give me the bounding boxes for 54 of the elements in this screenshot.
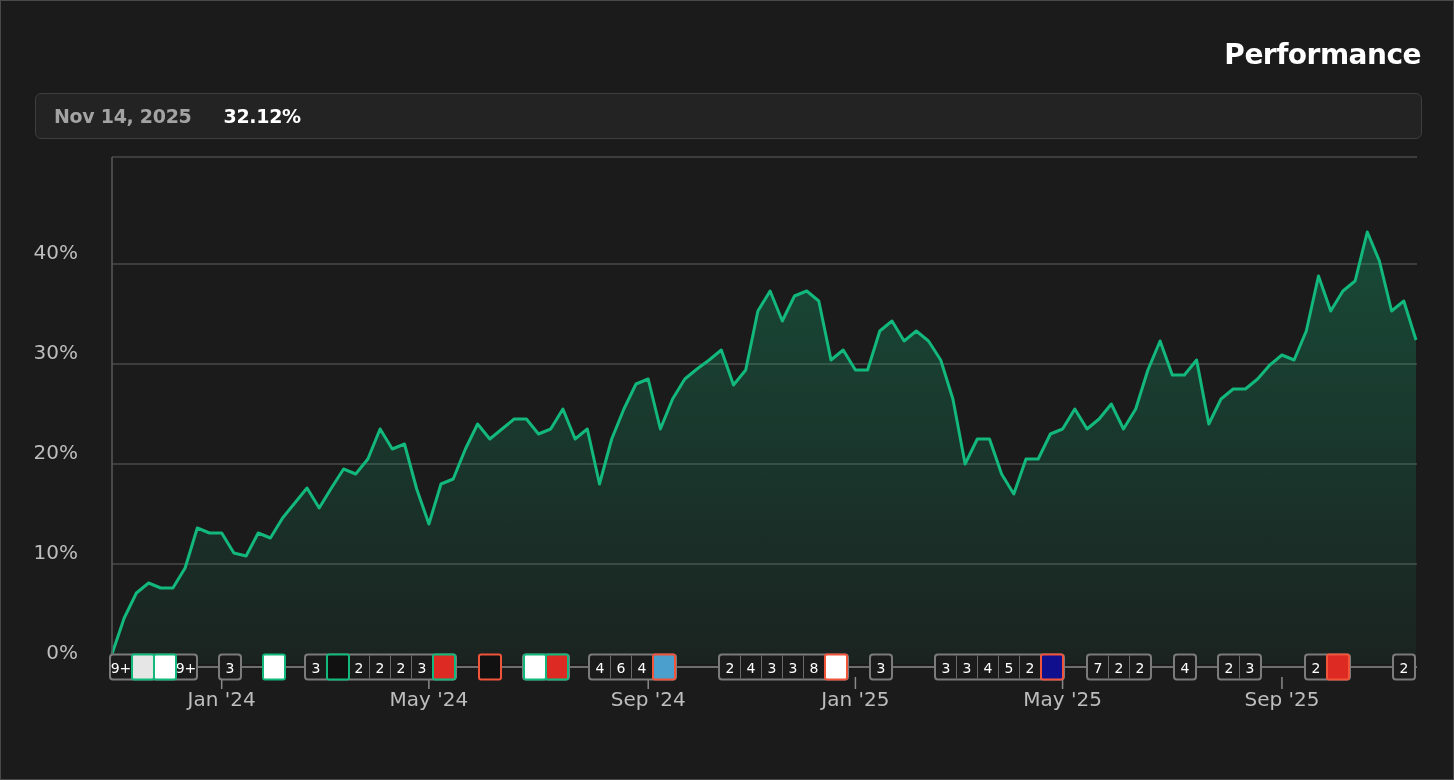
x-axis-label: Jan '24 (187, 687, 256, 711)
event-count[interactable]: 9+ (176, 655, 196, 679)
x-axis-label: Sep '25 (1244, 687, 1320, 711)
event-marker-group[interactable]: 3 3 4 5 2 (934, 653, 1065, 681)
event-count[interactable]: 4 (1173, 653, 1197, 681)
event-count[interactable]: 3 (762, 655, 783, 679)
event-count[interactable]: 2 (391, 655, 412, 679)
event-count[interactable]: 4 (741, 655, 762, 679)
company-logo[interactable] (262, 653, 286, 681)
event-count[interactable]: 3 (936, 655, 957, 679)
x-axis-label: May '25 (1023, 687, 1102, 711)
company-logo[interactable] (1040, 653, 1064, 681)
event-count[interactable]: 5 (999, 655, 1020, 679)
event-count[interactable]: 2 (370, 655, 391, 679)
y-axis-label: 20% (33, 440, 78, 464)
y-axis-label: 30% (33, 340, 78, 364)
event-marker-group[interactable]: 4 6 4 (588, 653, 677, 681)
y-axis-label: 40% (33, 240, 78, 264)
value-text: 32.12% (223, 105, 301, 127)
event-marker-group[interactable]: 2 (1304, 653, 1351, 681)
company-logo[interactable] (131, 653, 155, 681)
x-axis-label: Sep '24 (610, 687, 686, 711)
x-axis-label: Jan '25 (821, 687, 890, 711)
event-marker-group[interactable]: 2 4 3 3 8 (718, 653, 849, 681)
event-count[interactable]: 3 (218, 653, 242, 681)
date-text: Nov 14, 2025 (54, 105, 192, 127)
event-count[interactable]: 2 (349, 655, 370, 679)
event-marker-group[interactable] (522, 653, 570, 681)
event-count[interactable]: 2 (720, 655, 741, 679)
company-logo[interactable] (478, 653, 502, 681)
event-count[interactable]: 4 (590, 655, 611, 679)
x-axis-label: May '24 (389, 687, 469, 711)
company-logo[interactable] (824, 653, 848, 681)
event-count[interactable]: 4 (978, 655, 999, 679)
event-marker-group[interactable]: 9+ 9+ (109, 653, 198, 681)
event-marker-group[interactable]: 7 2 2 (1086, 653, 1152, 681)
event-marker-group[interactable]: 2 3 (1217, 653, 1262, 681)
event-count[interactable]: 2 (1130, 655, 1150, 679)
y-axis-label: 0% (46, 640, 78, 664)
event-count[interactable]: 7 (1088, 655, 1109, 679)
company-logo[interactable] (153, 653, 177, 681)
chart-title: Performance (1224, 37, 1421, 73)
company-logo[interactable] (523, 653, 547, 681)
y-axis-label: 10% (33, 540, 78, 564)
event-count[interactable]: 6 (611, 655, 632, 679)
event-count[interactable]: 2 (1392, 653, 1416, 681)
event-count[interactable]: 2 (1109, 655, 1130, 679)
event-count[interactable]: 3 (1240, 655, 1260, 679)
event-count[interactable]: 3 (869, 653, 893, 681)
event-marker-group[interactable]: 3 2 2 2 3 (304, 653, 457, 681)
company-logo[interactable] (326, 653, 350, 681)
event-count[interactable]: 3 (957, 655, 978, 679)
event-count[interactable]: 3 (783, 655, 804, 679)
event-count[interactable]: 2 (1219, 655, 1240, 679)
